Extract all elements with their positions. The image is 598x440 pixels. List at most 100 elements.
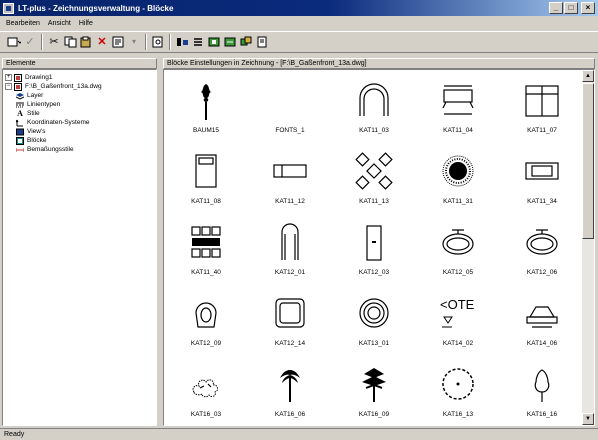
block-name-label: KAT13_01 [358,340,390,347]
block-item[interactable]: FONTS_1 [248,70,332,141]
block-name-label: KAT11_08 [191,198,221,205]
tree-item[interactable]: Bemaßungsstile [5,145,154,154]
blank-icon [270,80,310,122]
window-icon [522,80,562,122]
view-icon [16,128,24,135]
block-name-label: KAT14_02 [442,340,474,347]
properties-icon[interactable] [110,34,126,50]
rings-icon [354,293,394,335]
door-handle-icon [354,222,394,264]
block-item[interactable]: KAT12_01 [248,212,332,283]
block-name-label: KAT11_34 [527,198,557,205]
basin-icon [522,222,562,264]
attach-icon[interactable] [238,34,254,50]
insert-layer-icon[interactable] [222,34,238,50]
small-tree-icon [522,364,562,406]
tree-item[interactable]: Blöcke [5,136,154,145]
block-item[interactable]: KAT11_03 [332,70,416,141]
door-icon [270,222,310,264]
block-item[interactable]: KAT12_03 [332,212,416,283]
expand-icon[interactable]: + [5,74,12,81]
elements-panel-header: Elemente [2,58,157,69]
block-name-label: KAT11_13 [359,198,389,205]
scroll-up-button[interactable]: ▲ [582,70,594,82]
cut-icon[interactable]: ✂ [46,34,62,50]
block-item[interactable]: KAT14_06 [500,283,584,354]
close-button[interactable]: × [581,2,595,14]
block-item[interactable]: KAT16_13 [416,354,500,425]
block-item[interactable]: KAT16_06 [248,354,332,425]
list-view-icon[interactable] [190,34,206,50]
sofa-icon [522,151,562,193]
block-item[interactable]: KAT11_08 [164,141,248,212]
delete-icon[interactable]: ✕ [94,34,110,50]
block-item[interactable]: KAT11_40 [164,212,248,283]
tree-item[interactable]: Linientypen [5,100,154,109]
insert-block-icon[interactable] [206,34,222,50]
minimize-button[interactable]: _ [549,2,563,14]
square-basin-icon [270,293,310,335]
block-item[interactable]: BAUM15 [164,70,248,141]
bed-icon [186,151,226,193]
block-item[interactable]: KAT11_12 [248,141,332,212]
block-item[interactable]: KAT16_09 [332,354,416,425]
dropdown-arrow-icon[interactable]: ▾ [126,34,142,50]
block-item[interactable]: KAT13_01 [332,283,416,354]
tree-item[interactable]: − F:\B_Gaßenfront_13a.dwg [5,82,154,91]
paste-icon[interactable] [78,34,94,50]
block-name-label: KAT16_06 [274,411,306,418]
tree-icon [186,80,226,122]
find-icon[interactable] [150,34,166,50]
block-item[interactable]: KAT12_14 [248,283,332,354]
block-item[interactable]: KAT11_07 [500,70,584,141]
block-item[interactable]: KAT12_09 [164,283,248,354]
block-name-label: KAT12_06 [526,269,558,276]
copy-icon[interactable] [62,34,78,50]
scroll-down-button[interactable]: ▼ [582,413,594,425]
collapse-icon[interactable]: − [5,83,12,90]
tree-item[interactable]: A Stile [5,109,154,118]
conifer-icon [354,364,394,406]
tree-item-label: Drawing1 [25,74,53,81]
arch-icon [354,80,394,122]
blocks-grid[interactable]: BAUM15 FONTS_1 KAT11_03 KAT11_04 KAT11_07 KAT… [163,69,595,426]
tree-item[interactable]: Koordinaten-Systeme [5,118,154,127]
block-item[interactable]: KAT11_34 [500,141,584,212]
toilet-icon [186,293,226,335]
elements-tree[interactable]: + Drawing1 − F:\B_Gaßenfront_13a.dwg Layer Li… [2,69,157,426]
block-item[interactable]: <OTE KAT14_02 [416,283,500,354]
check-icon[interactable]: ✓ [22,34,38,50]
block-item[interactable]: KAT11_04 [416,70,500,141]
radial-plant-icon [438,151,478,193]
vertical-scrollbar[interactable]: ▲ ▼ [582,70,594,425]
block-item[interactable]: KAT16_03 [164,354,248,425]
block-item[interactable]: KAT16_16 [500,354,584,425]
block-name-label: KAT16_13 [442,411,474,418]
block-name-label: KAT11_40 [191,269,221,276]
ucs-icon [16,119,24,126]
menu-ansicht[interactable]: Ansicht [48,20,71,27]
tree-item[interactable]: View's [5,127,154,136]
tree-item[interactable]: + Drawing1 [5,73,154,82]
tree-item[interactable]: Layer [5,91,154,100]
maximize-button[interactable]: □ [564,2,578,14]
app-icon[interactable] [3,2,14,14]
status-bar: Ready [0,428,598,440]
table-icon [438,80,478,122]
shrub-icon [186,364,226,406]
scroll-thumb[interactable] [582,83,594,239]
new-drawing-icon[interactable] [254,34,270,50]
menu-bearbeiten[interactable]: Bearbeiten [6,20,40,27]
block-item[interactable]: KAT11_31 [416,141,500,212]
view-dropdown-icon[interactable] [6,34,22,50]
block-item[interactable]: KAT12_06 [500,212,584,283]
large-icons-view-icon[interactable] [174,34,190,50]
block-item[interactable]: KAT11_13 [332,141,416,212]
title-bar: LT-plus - Zeichnungsverwaltung - Blöcke … [0,0,598,16]
block-name-label: KAT11_04 [443,127,473,134]
block-name-label: KAT11_07 [527,127,557,134]
block-name-label: KAT12_05 [442,269,474,276]
menu-bar: Bearbeiten Ansicht Hilfe [0,16,598,30]
block-item[interactable]: KAT12_05 [416,212,500,283]
menu-hilfe[interactable]: Hilfe [79,20,93,27]
